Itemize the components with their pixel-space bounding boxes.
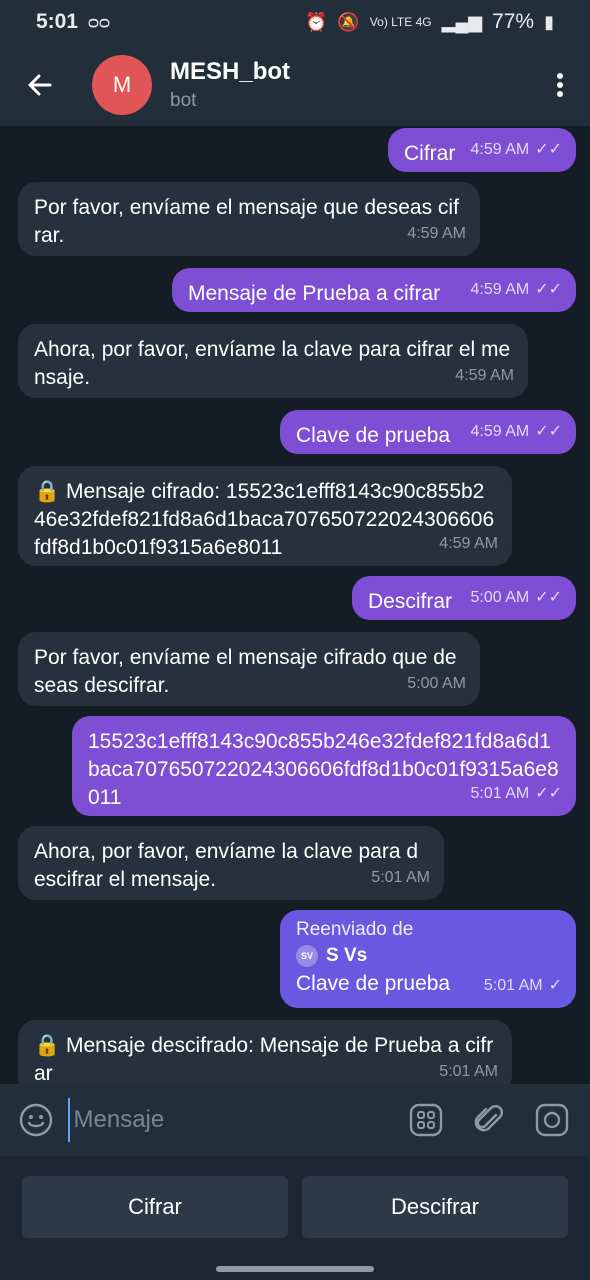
message-bubble-forwarded[interactable]: Reenviado de SV S Vs Clave de prueba 5:0… (280, 910, 576, 1008)
emoji-button[interactable] (18, 1100, 54, 1140)
alarm-icon: ⏰ (304, 11, 328, 32)
message-input[interactable] (67, 1098, 384, 1142)
message-bubble-outgoing[interactable]: Cifrar 4:59 AM ✓✓ (388, 128, 576, 172)
message-meta: 5:00 AM ✓✓ (470, 584, 562, 612)
camera-icon (535, 1103, 568, 1137)
camera-button[interactable] (531, 1097, 572, 1143)
message-meta: 5:00 AM (407, 670, 466, 698)
message-bubble-incoming[interactable]: 🔒 Mensaje descifrado: Mensaje de Prueba … (18, 1020, 512, 1084)
message-bubble-outgoing[interactable]: Clave de prueba 4:59 AM ✓✓ (280, 410, 576, 454)
double-check-icon: ✓✓ (535, 281, 562, 298)
back-button[interactable] (0, 44, 80, 126)
chat-title: MESH_bot (170, 58, 290, 85)
chat-title-block[interactable]: MESH_bot bot (170, 58, 290, 112)
double-check-icon: ✓✓ (535, 785, 562, 802)
message-time: 5:00 AM (407, 675, 466, 692)
message-time: 4:59 AM (470, 281, 530, 298)
message-meta: 5:01 AM (371, 864, 430, 892)
attach-button[interactable] (468, 1097, 509, 1143)
bot-avatar[interactable]: M (92, 55, 152, 115)
message-text: 🔒 Mensaje descifrado: Mensaje de Prueba … (34, 1034, 494, 1084)
battery-icon: ▮ (544, 11, 554, 32)
message-time: 5:01 AM (439, 1063, 498, 1080)
keyboard-grid-icon (409, 1103, 443, 1137)
message-text: 🔒 Mensaje cifrado: 15523c1efff8143c90c85… (34, 480, 495, 559)
message-bubble-outgoing[interactable]: 15523c1efff8143c90c855b246e32fdef821fd8a… (72, 716, 576, 816)
message-bubble-incoming[interactable]: Ahora, por favor, envíame la clave para … (18, 826, 444, 900)
message-meta: 4:59 AM ✓✓ (470, 418, 562, 446)
status-bar: 5:01 ᴑᴑ ⏰ 🔕 Vo) LTE 4G ▂▄▆ 77% ▮ (0, 0, 590, 44)
message-time: 4:59 AM (455, 367, 514, 384)
message-list[interactable]: Cifrar 4:59 AM ✓✓ Por favor, envíame el m… (0, 126, 590, 1084)
keyboard-button-cifrar[interactable]: Cifrar (22, 1176, 288, 1238)
message-time: 4:59 AM (470, 141, 530, 158)
message-bubble-outgoing[interactable]: Descifrar 5:00 AM ✓✓ (352, 576, 576, 620)
more-options-button[interactable] (530, 44, 590, 126)
message-meta: 4:59 AM (455, 362, 514, 390)
chat-subtitle: bot (170, 90, 197, 111)
forwarded-label: Reenviado de (296, 919, 414, 940)
message-text: Ahora, por favor, envíame la clave para … (34, 840, 419, 891)
paperclip-icon (474, 1105, 503, 1132)
message-meta: 4:59 AM ✓✓ (470, 136, 562, 164)
message-time: 4:59 AM (407, 225, 466, 242)
bot-keyboard-button[interactable] (406, 1097, 447, 1143)
double-check-icon: ✓✓ (535, 423, 562, 440)
status-time: 5:01 (36, 10, 79, 33)
double-check-icon: ✓✓ (535, 589, 562, 606)
check-icon: ✓ (548, 977, 562, 994)
mute-icon: 🔕 (337, 11, 360, 32)
message-meta: 4:59 AM ✓✓ (470, 276, 562, 304)
message-time: 5:00 AM (470, 589, 530, 606)
message-text: Ahora, por favor, envíame la clave para … (34, 338, 511, 389)
forwarded-from[interactable]: SV S Vs (296, 942, 560, 970)
message-meta: 5:01 AM (439, 1058, 498, 1084)
keyboard-button-descifrar[interactable]: Descifrar (302, 1176, 568, 1238)
message-meta: 4:59 AM (439, 530, 498, 558)
message-bubble-outgoing[interactable]: Mensaje de Prueba a cifrar 4:59 AM ✓✓ (172, 268, 576, 312)
arrow-left-icon (28, 74, 52, 96)
message-composer (0, 1084, 590, 1156)
message-time: 5:01 AM (470, 785, 530, 802)
message-meta: 4:59 AM (407, 220, 466, 248)
more-vertical-icon (557, 73, 563, 97)
message-meta: 5:01 AM ✓ (484, 972, 562, 1000)
sender-name: S Vs (326, 945, 368, 966)
bot-reply-keyboard: Cifrar Descifrar (0, 1156, 590, 1280)
signal-icon: ▂▄▆ (441, 11, 483, 32)
message-time: 5:01 AM (483, 977, 543, 994)
message-text: Por favor, envíame el mensaje que deseas… (34, 196, 459, 247)
message-text: Por favor, envíame el mensaje cifrado qu… (34, 646, 457, 697)
voicemail-icon: ᴑᴑ (88, 11, 110, 32)
network-label: Vo) LTE 4G (369, 15, 432, 29)
home-indicator[interactable] (216, 1266, 374, 1272)
message-time: 5:01 AM (371, 869, 430, 886)
battery-percent: 77% (492, 10, 535, 33)
chat-header: M MESH_bot bot (0, 44, 590, 126)
status-icons: ⏰ 🔕 Vo) LTE 4G ▂▄▆ 77% ▮ (305, 10, 554, 34)
double-check-icon: ✓✓ (535, 141, 562, 158)
message-bubble-incoming[interactable]: Ahora, por favor, envíame la clave para … (18, 324, 528, 398)
message-bubble-incoming[interactable]: 🔒 Mensaje cifrado: 15523c1efff8143c90c85… (18, 466, 512, 566)
sender-avatar: SV (296, 945, 318, 967)
message-bubble-incoming[interactable]: Por favor, envíame el mensaje cifrado qu… (18, 632, 480, 706)
message-time: 4:59 AM (439, 535, 498, 552)
message-bubble-incoming[interactable]: Por favor, envíame el mensaje que deseas… (18, 182, 480, 256)
smiley-icon (19, 1103, 52, 1137)
message-meta: 5:01 AM ✓✓ (470, 780, 562, 808)
message-time: 4:59 AM (470, 423, 530, 440)
